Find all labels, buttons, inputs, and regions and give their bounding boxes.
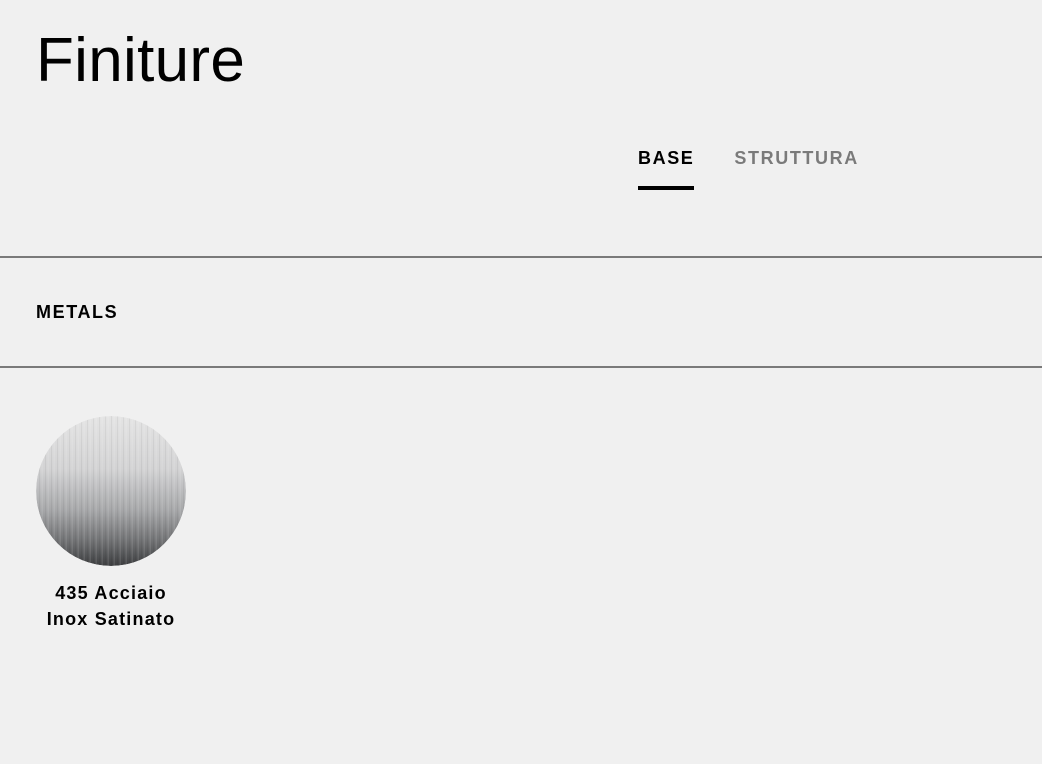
tab-struttura[interactable]: STRUTTURA bbox=[734, 146, 858, 192]
finish-option-435-acciaio-inox-satinato[interactable]: 435 Acciaio Inox Satinato bbox=[36, 416, 186, 632]
section-divider-top bbox=[0, 256, 1042, 258]
brushed-steel-swatch bbox=[36, 416, 186, 566]
finish-tabs: BASE STRUTTURA bbox=[638, 146, 859, 192]
finishes-page: Finiture BASE STRUTTURA METALS 435 Accia… bbox=[0, 0, 1042, 764]
page-title: Finiture bbox=[36, 26, 246, 95]
finish-option-label-line2: Inox Satinato bbox=[46, 609, 176, 629]
section-heading-metals: METALS bbox=[36, 302, 119, 322]
tab-base[interactable]: BASE bbox=[638, 146, 695, 192]
finish-option-label: 435 Acciaio Inox Satinato bbox=[36, 580, 186, 632]
section-divider-bottom bbox=[0, 366, 1042, 368]
finish-option-label-line1: 435 Acciaio bbox=[55, 583, 167, 603]
